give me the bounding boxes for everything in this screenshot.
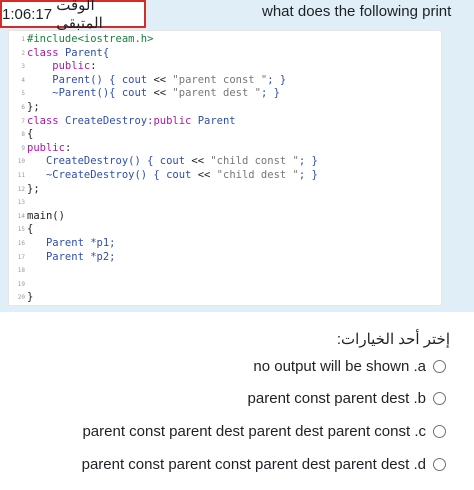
line-number: 12 xyxy=(17,185,25,193)
line-number: 13 xyxy=(17,199,25,207)
code-line: 20} xyxy=(9,291,34,304)
code-token: CreateDestroy xyxy=(64,114,148,127)
code-token: "child dest " xyxy=(216,169,299,181)
code-token: class xyxy=(27,46,65,59)
line-number: 1 xyxy=(21,36,25,43)
code-line: 10 CreateDestroy() { cout << "child cons… xyxy=(9,155,318,168)
code-token: cout xyxy=(166,169,192,181)
line-number: 5 xyxy=(21,90,25,98)
code-token: : xyxy=(64,141,72,154)
code-line: 3 public: xyxy=(9,60,97,73)
question-text: what does the following print xyxy=(262,3,452,20)
code-line: 13 xyxy=(9,196,27,209)
code-token: Parent *p1; xyxy=(27,237,116,249)
code-token: main() xyxy=(27,209,65,222)
line-number: 14 xyxy=(17,212,25,220)
line-number: 10 xyxy=(17,158,25,166)
code-token: cout xyxy=(121,87,148,100)
line-number: 2 xyxy=(21,49,25,57)
code-token: Parent() { xyxy=(27,73,122,86)
line-number: 15 xyxy=(17,226,25,234)
code-token: "child const " xyxy=(210,155,299,168)
code-token: { xyxy=(27,223,34,236)
code-token: : xyxy=(90,60,97,73)
option-d-text: parent const parent const parent dest pa… xyxy=(81,455,426,473)
code-token: } xyxy=(27,291,34,304)
code-token: ; } xyxy=(298,155,318,168)
code-line: 17 Parent *p2; xyxy=(9,251,116,264)
code-line: 19 xyxy=(9,278,27,291)
code-token: Parent *p2; xyxy=(27,250,116,263)
code-token: "parent dest " xyxy=(172,87,261,100)
code-line: 6}; xyxy=(9,101,40,114)
code-token: public xyxy=(27,60,91,73)
option-c-radio[interactable] xyxy=(433,424,446,438)
code-token: CreateDestroy() { xyxy=(27,155,160,168)
code-token: << xyxy=(147,87,173,100)
code-token: ; } xyxy=(267,73,287,86)
code-token: }; xyxy=(27,182,40,195)
option-b-text: parent const parent dest .b xyxy=(247,389,426,407)
answer-option-d[interactable]: parent const parent const parent dest pa… xyxy=(82,454,446,474)
line-number: 4 xyxy=(21,76,25,84)
code-token: << xyxy=(185,155,211,168)
code-token: }; xyxy=(27,101,40,113)
code-token: << xyxy=(147,73,173,86)
line-number: 20 xyxy=(17,294,25,302)
code-token: :public xyxy=(147,114,198,127)
code-line: 14 main() xyxy=(9,210,65,223)
code-token: << xyxy=(191,169,217,181)
code-line: 7 class CreateDestroy:public Parent xyxy=(9,114,236,128)
code-line: 1 #include<iostream.h> xyxy=(9,33,153,46)
line-number: 18 xyxy=(17,267,25,275)
code-line: 11 ~CreateDestroy() { cout << "child des… xyxy=(9,169,318,182)
option-d-radio[interactable] xyxy=(433,457,446,471)
answer-section: إختر أحد الخيارات: no output will be sho… xyxy=(0,312,474,490)
code-line: 18 xyxy=(9,264,27,277)
code-token: class xyxy=(27,114,65,127)
code-token: Parent{ xyxy=(64,46,110,59)
line-number: 9 xyxy=(21,144,25,152)
answer-prompt: إختر أحد الخيارات: xyxy=(336,331,450,348)
code-token: ~CreateDestroy() { xyxy=(27,169,167,181)
code-token: #include<iostream.h> xyxy=(27,33,154,45)
line-number: 11 xyxy=(17,172,25,179)
code-snippet: 1 #include<iostream.h> 2 class Parent{3 pub… xyxy=(8,30,442,306)
line-number: 7 xyxy=(21,117,25,125)
code-line: 15{ xyxy=(9,223,34,236)
code-token: Parent xyxy=(197,114,236,127)
code-line: 9 public: xyxy=(9,142,71,155)
code-token: public xyxy=(27,141,65,154)
time-remaining: الوقت المتبقي 1:06:17 xyxy=(0,0,146,32)
code-token: ~Parent(){ xyxy=(27,87,122,100)
code-line: 16 Parent *p1; xyxy=(9,237,116,250)
code-token: "parent const " xyxy=(172,73,268,86)
line-number: 3 xyxy=(21,63,25,71)
code-token: cout xyxy=(159,155,186,168)
line-number: 17 xyxy=(17,253,25,261)
timer-label: الوقت المتبقي xyxy=(56,0,103,32)
option-a-radio[interactable] xyxy=(433,359,446,373)
answer-option-c[interactable]: parent const parent dest parent dest par… xyxy=(82,421,446,441)
option-a-text: no output will be shown .a xyxy=(253,357,426,375)
question-area: الوقت المتبقي 1:06:17 what does the foll… xyxy=(0,0,474,312)
code-line: 2 class Parent{ xyxy=(9,47,109,60)
code-line: 12}; xyxy=(9,183,40,196)
line-number: 8 xyxy=(21,131,25,139)
code-token: { xyxy=(27,128,34,141)
answer-option-b[interactable]: parent const parent dest .b xyxy=(248,388,446,408)
answer-option-a[interactable]: no output will be shown .a xyxy=(253,356,446,376)
option-b-radio[interactable] xyxy=(433,391,446,405)
line-number: 16 xyxy=(17,240,25,247)
line-number: 19 xyxy=(17,280,25,288)
code-line: 8{ xyxy=(9,128,33,141)
line-number: 6 xyxy=(21,104,25,111)
code-token: ; } xyxy=(298,169,318,181)
code-line: 5 ~Parent(){ cout << "parent dest "; } xyxy=(9,87,280,100)
code-line: 4 Parent() { cout << "parent const "; } xyxy=(9,74,286,87)
code-token: ; } xyxy=(260,87,280,100)
code-token: cout xyxy=(121,73,148,86)
option-c-text: parent const parent dest parent dest par… xyxy=(82,422,426,440)
timer-value: 1:06:17 xyxy=(2,5,53,23)
